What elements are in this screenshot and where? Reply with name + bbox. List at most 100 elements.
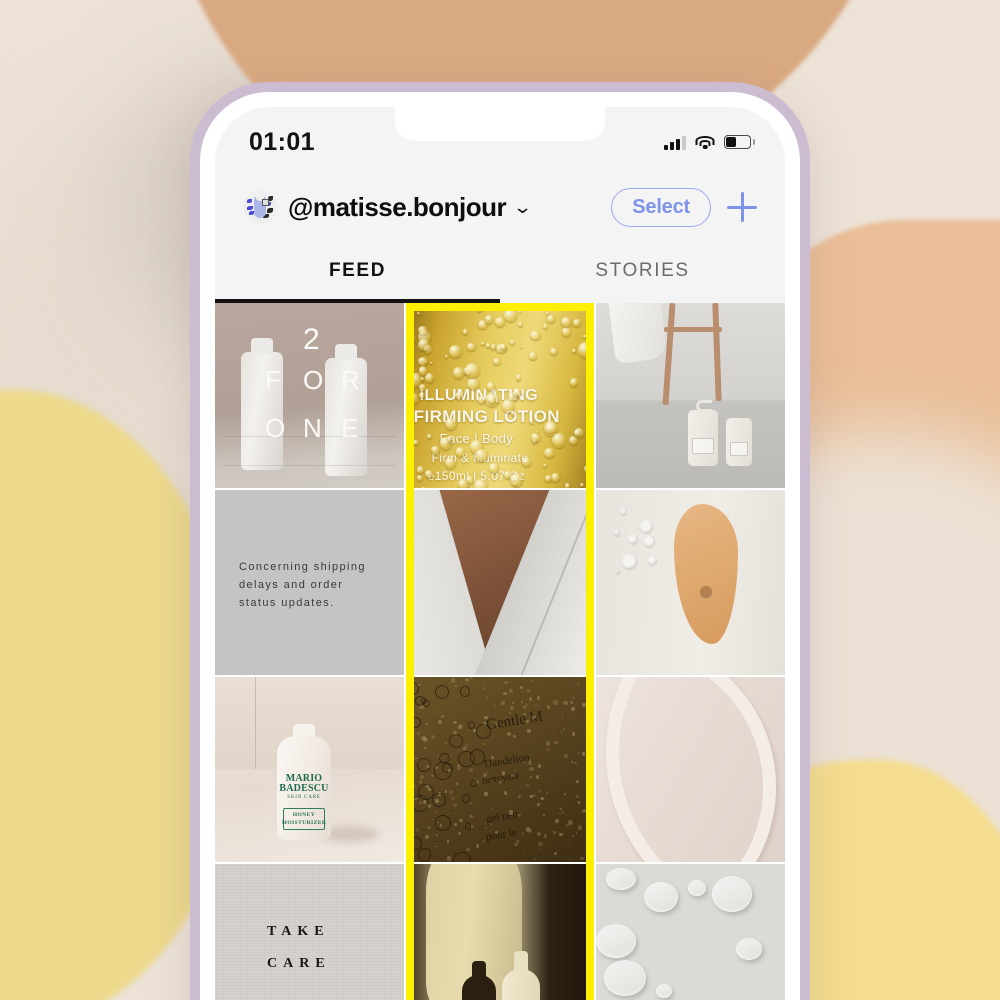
water-droplet [530,331,541,341]
water-droplet [489,397,496,404]
gel-speckle [523,712,526,715]
grid-cell-mario-badescu-bottle[interactable]: MARIO BADESCU SKIN CARE HONEY MOISTURIZER [215,677,404,862]
product-label: TONIC ONE [337,434,363,450]
gel-speckle [494,704,496,706]
gel-speckle [450,795,455,800]
gel-speckle [458,832,461,835]
grid-cell-serum-swatch-drop[interactable] [596,490,785,675]
grid-cell-illuminating-firming-lotion[interactable]: ILLUMINATING FIRMING LOTION Face | Body … [405,303,595,488]
grid-cell-cream-swirl-strokes[interactable] [596,677,785,862]
gel-speckle [470,825,474,829]
water-droplet [550,347,559,355]
water-droplet [518,310,521,314]
gel-speckle [425,723,428,726]
water-droplet [495,316,505,327]
gel-speckle [452,803,457,808]
gel-speckle [468,767,473,772]
gel-speckle [504,680,508,685]
gel-speckle [470,814,473,818]
gel-speckle [446,840,450,844]
gel-speckle [511,789,514,792]
gel-speckle [484,822,488,825]
water-droplet [452,367,464,380]
gel-speckle [532,714,537,719]
gel-bubble-ring [432,793,447,808]
gel-speckle [538,741,541,743]
select-button[interactable]: Select [611,187,711,227]
water-droplet [543,464,548,468]
water-droplet [584,465,592,474]
water-droplet [478,395,487,404]
grid-cell-vases-still-life[interactable] [405,864,595,1000]
water-droplet [407,413,412,418]
gel-speckle [535,704,538,707]
gel-speckle [571,835,574,838]
water-droplet [425,373,435,383]
gel-speckle [564,842,566,844]
gel-speckle [582,809,586,813]
gel-speckle [589,783,593,787]
gel-speckle [560,731,563,733]
avatar[interactable] [243,190,277,224]
gel-speckle [507,732,512,737]
tab-feed[interactable]: FEED [215,239,500,303]
water-droplet [465,362,480,378]
water-droplet [604,960,647,996]
gel-speckle [490,756,494,760]
gel-speckle [588,855,593,860]
gel-speckle [531,679,535,683]
grid-cell-take-care-linen[interactable]: TAKE CARE [215,864,404,1000]
status-bar-icons [664,135,755,150]
gel-speckle [469,802,473,806]
gel-speckle [444,790,448,793]
gel-bubble-ring [469,779,477,788]
gel-speckle [437,719,442,724]
water-droplet [551,472,560,482]
announcement-text: Concerning shipping delays and order sta… [239,561,366,610]
grid-cell-water-droplets[interactable] [596,864,785,1000]
grid-cell-chair-with-bottles[interactable] [596,303,785,488]
water-droplet [421,377,425,381]
water-droplet [405,384,409,392]
water-droplet [475,305,483,312]
gel-speckle [529,776,533,779]
gel-speckle [575,832,578,834]
grid-cell-dark-gel-texture[interactable]: Gentle M Dandelion nettoyant gel nett po… [405,677,595,862]
water-droplet [419,393,425,399]
grid-cell-two-for-one-bottles[interactable]: 2 F O R O N E TONIC ONE TONIC ONE [215,303,404,488]
gel-bubble-ring [417,848,432,862]
water-droplet [509,472,523,487]
water-droplet [432,303,446,311]
gel-speckle [409,710,412,712]
wifi-icon [695,135,715,150]
header-actions: Select [611,187,757,227]
tab-stories[interactable]: STORIES [500,239,785,303]
gel-speckle [570,707,575,711]
gel-speckle [552,729,555,732]
gel-speckle [434,854,436,856]
gel-speckle [590,787,593,791]
gel-speckle [464,677,469,682]
gel-speckle [450,678,456,683]
water-droplet [563,304,567,309]
battery-icon [724,135,755,149]
gel-speckle [436,710,439,713]
water-droplet [491,343,497,350]
account-switcher[interactable]: @matisse.bonjour ⌄ [288,192,533,223]
gel-bubble-ring [464,823,472,830]
serum-bubble [644,536,656,547]
gel-speckle [553,851,557,855]
gel-speckle [538,842,543,847]
gel-speckle [574,761,577,765]
gel-text-5: pour le [484,826,518,844]
water-droplet [416,465,425,474]
grid-cell-skin-and-white-shirt[interactable] [405,490,595,675]
gel-speckle [570,701,573,705]
plus-icon[interactable] [727,192,757,222]
gel-speckle [484,715,488,720]
grid-cell-shipping-announcement[interactable]: Concerning shipping delays and order sta… [215,490,404,675]
gel-speckle [503,691,507,695]
water-droplet [644,882,679,912]
water-droplet [569,436,578,445]
water-droplet [656,984,673,998]
